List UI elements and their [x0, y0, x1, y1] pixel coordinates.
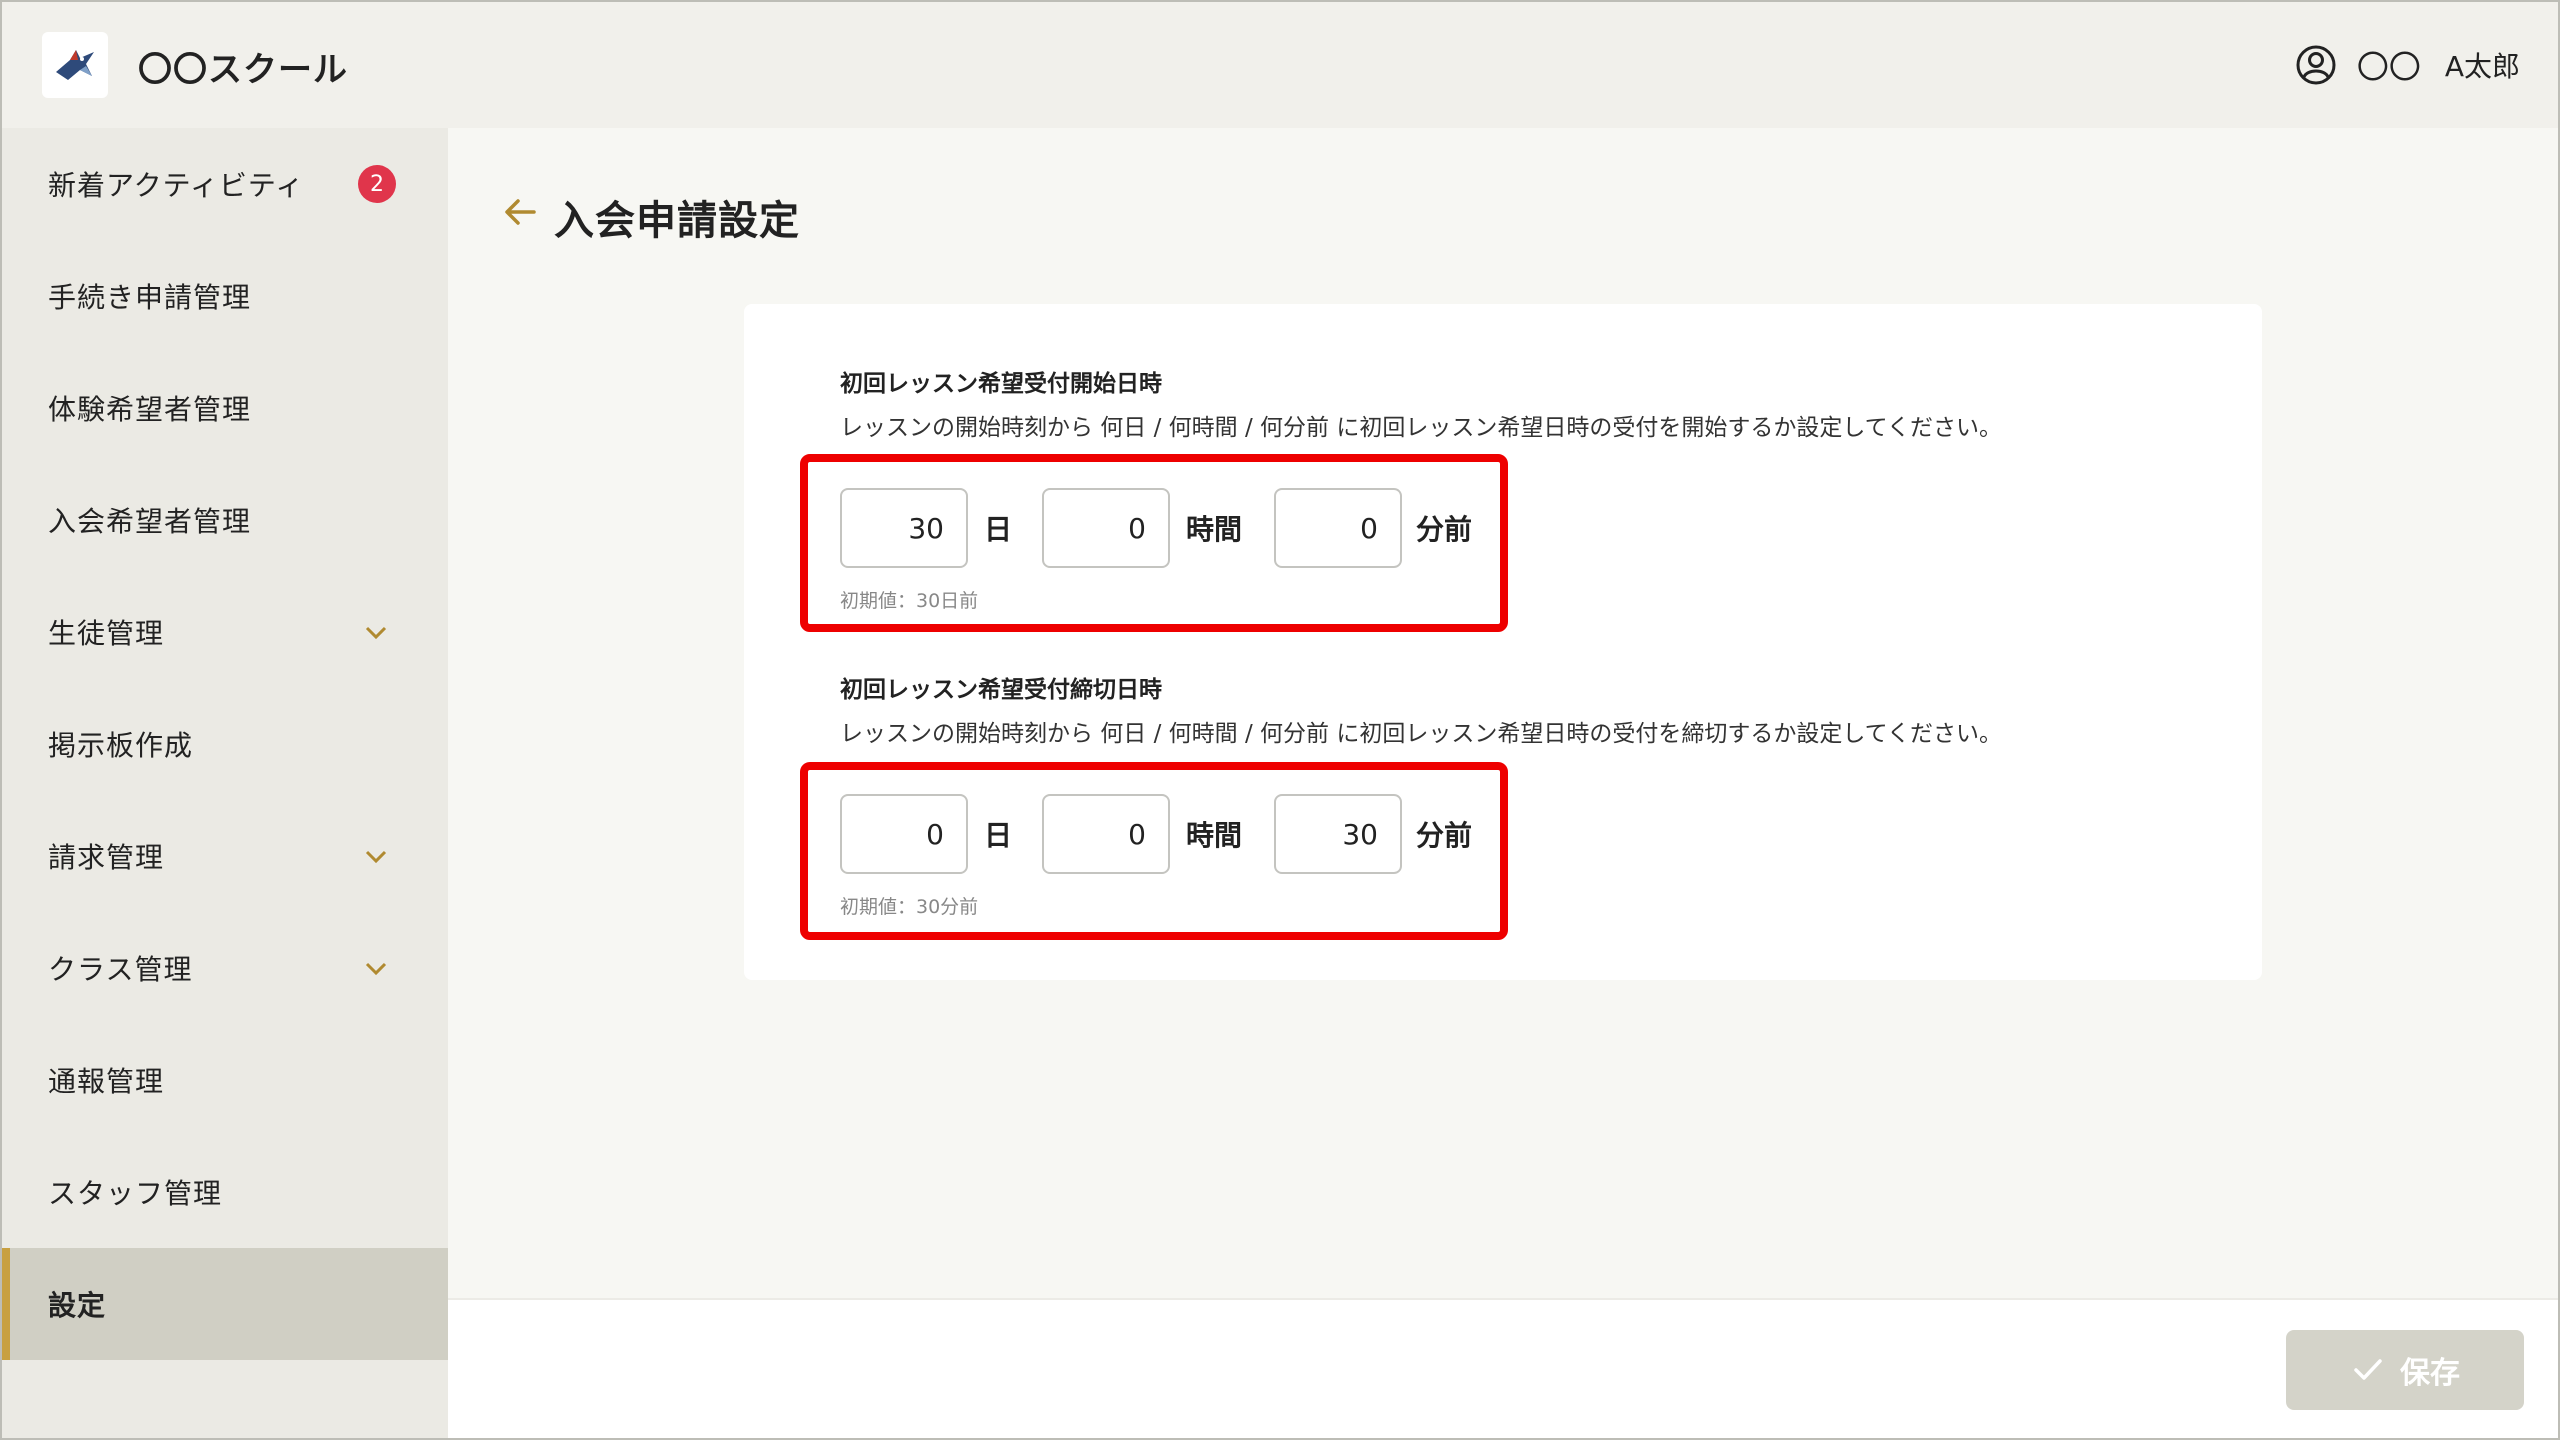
default-value-hint-start: 初期値：30日前 — [840, 590, 979, 612]
school-name: 〇〇スクール — [138, 50, 348, 90]
section-desc-start: レッスンの開始時刻から 何日 / 何時間 / 何分前 に初回レッスン希望日時の受… — [840, 415, 2002, 441]
unit-minute-label: 分前 — [1416, 819, 1473, 852]
user-circle-icon — [2296, 45, 2336, 85]
back-arrow-icon[interactable] — [500, 192, 540, 232]
footer-bar: 保存 — [448, 1298, 2558, 1438]
sidebar-item-classes[interactable]: クラス管理 — [2, 912, 448, 1024]
sidebar: 新着アクティビティ 2 手続き申請管理 体験希望者管理 入会希望者管理 生徒管理… — [2, 128, 448, 1438]
sidebar-item-billing[interactable]: 請求管理 — [2, 800, 448, 912]
sidebar-item-label: 掲示板作成 — [48, 729, 194, 762]
user-family-name: 〇〇 — [2356, 48, 2421, 86]
save-label: 保存 — [2400, 1356, 2460, 1391]
section-title-start: 初回レッスン希望受付開始日時 — [840, 371, 1162, 397]
sidebar-item-label: スタッフ管理 — [48, 1177, 223, 1210]
section-desc-deadline: レッスンの開始時刻から 何日 / 何時間 / 何分前 に初回レッスン希望日時の受… — [840, 721, 2002, 747]
chevron-down-icon — [365, 962, 387, 976]
sidebar-item-new-activity[interactable]: 新着アクティビティ 2 — [2, 128, 448, 240]
unit-day-label: 日 — [984, 819, 1013, 852]
save-button[interactable]: 保存 — [2286, 1330, 2524, 1410]
check-icon — [2354, 1359, 2382, 1380]
notification-badge: 2 — [358, 165, 396, 203]
bird-logo-icon[interactable] — [42, 32, 108, 98]
start-hours-input[interactable]: 0 — [1042, 488, 1170, 568]
sidebar-item-staff[interactable]: スタッフ管理 — [2, 1136, 448, 1248]
page-title: 入会申請設定 — [554, 198, 800, 244]
unit-minute-label: 分前 — [1416, 513, 1473, 546]
deadline-hours-input[interactable]: 0 — [1042, 794, 1170, 874]
sidebar-item-label: 入会希望者管理 — [48, 505, 252, 538]
sidebar-item-reports[interactable]: 通報管理 — [2, 1024, 448, 1136]
sidebar-item-label: 体験希望者管理 — [48, 393, 252, 426]
user-menu[interactable]: 〇〇 A太郎 — [2295, 42, 2520, 88]
sidebar-item-label: 新着アクティビティ — [48, 169, 305, 202]
sidebar-item-label: 生徒管理 — [48, 617, 165, 650]
unit-day-label: 日 — [984, 513, 1013, 546]
chevron-down-icon — [365, 626, 387, 640]
chevron-down-icon — [365, 850, 387, 864]
deadline-minutes-input[interactable]: 30 — [1274, 794, 1402, 874]
sidebar-item-label: クラス管理 — [48, 953, 193, 986]
sidebar-item-trial-applicants[interactable]: 体験希望者管理 — [2, 352, 448, 464]
unit-hour-label: 時間 — [1186, 819, 1243, 852]
unit-hour-label: 時間 — [1186, 513, 1243, 546]
user-given-name: A太郎 — [2444, 50, 2520, 83]
default-value-hint-deadline: 初期値：30分前 — [840, 896, 979, 918]
sidebar-item-label: 手続き申請管理 — [48, 281, 252, 314]
sidebar-item-settings[interactable]: 設定 — [2, 1248, 448, 1360]
sidebar-item-enrollment-applicants[interactable]: 入会希望者管理 — [2, 464, 448, 576]
deadline-days-input[interactable]: 0 — [840, 794, 968, 874]
sidebar-item-label: 請求管理 — [48, 841, 165, 874]
top-header: 〇〇スクール 〇〇 A太郎 — [2, 2, 2558, 128]
start-minutes-input[interactable]: 0 — [1274, 488, 1402, 568]
sidebar-item-students[interactable]: 生徒管理 — [2, 576, 448, 688]
settings-card: 初回レッスン希望受付開始日時 レッスンの開始時刻から 何日 / 何時間 / 何分… — [744, 304, 2262, 980]
sidebar-item-procedures[interactable]: 手続き申請管理 — [2, 240, 448, 352]
start-days-input[interactable]: 30 — [840, 488, 968, 568]
sidebar-item-label: 設定 — [48, 1289, 107, 1322]
main-content: 入会申請設定 初回レッスン希望受付開始日時 レッスンの開始時刻から 何日 / 何… — [448, 128, 2558, 1298]
sidebar-item-bulletin-board[interactable]: 掲示板作成 — [2, 688, 448, 800]
sidebar-item-label: 通報管理 — [48, 1065, 165, 1098]
section-title-deadline: 初回レッスン希望受付締切日時 — [840, 677, 1162, 703]
